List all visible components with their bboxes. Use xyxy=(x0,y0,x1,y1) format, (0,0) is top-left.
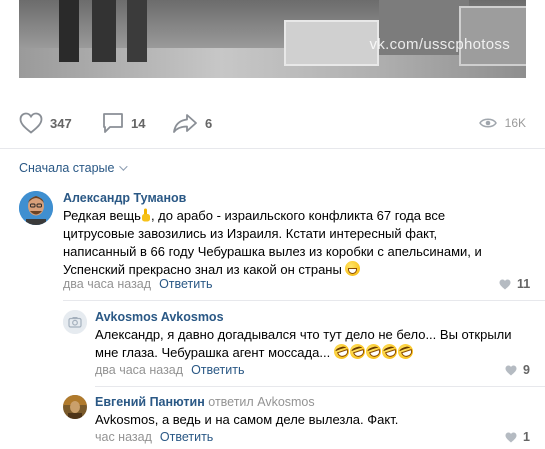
comment-like-button[interactable]: 9 xyxy=(505,363,530,377)
laughing-face-icon xyxy=(379,342,399,361)
like-count: 347 xyxy=(50,115,72,131)
laughing-face-icon xyxy=(363,342,383,361)
reply-button[interactable]: Ответить xyxy=(160,430,213,444)
heart-icon xyxy=(505,365,517,375)
camera-placeholder-icon xyxy=(63,310,87,334)
laughing-face-icon xyxy=(395,342,415,361)
chevron-down-icon xyxy=(119,162,129,171)
comment-author-line: Евгений Панютин ответил Avkosmos xyxy=(95,395,315,409)
avatar-portrait-icon xyxy=(63,395,87,419)
comment-separator xyxy=(63,300,545,301)
comment-time[interactable]: два часа назад xyxy=(95,363,183,377)
comment-text: Редкая вещь, до арабо - израильского кон… xyxy=(63,207,513,279)
avatar[interactable] xyxy=(63,395,87,419)
avatar[interactable] xyxy=(19,191,53,225)
comment-button[interactable]: 14 xyxy=(102,109,145,137)
comment-like-count: 9 xyxy=(523,363,530,377)
share-button[interactable]: 6 xyxy=(172,109,212,137)
reply-to-user[interactable]: Avkosmos xyxy=(257,395,314,409)
reply-button[interactable]: Ответить xyxy=(191,363,244,377)
laughing-emoji-row xyxy=(331,342,415,361)
post-actions: 347 14 6 16K xyxy=(19,109,526,137)
grinning-face-icon xyxy=(345,261,361,276)
comment-meta: два часа назад Ответить xyxy=(95,363,245,377)
reply-to: ответил Avkosmos xyxy=(208,395,314,409)
share-count: 6 xyxy=(205,115,213,131)
comment-text: Александр, я давно догадывался что тут д… xyxy=(95,326,525,362)
views-counter: 16K xyxy=(478,109,526,137)
heart-icon xyxy=(499,279,511,289)
laughing-face-icon xyxy=(331,342,351,361)
comment-author[interactable]: Александр Туманов xyxy=(63,191,186,205)
comment-meta: час назад Ответить xyxy=(95,430,213,444)
comment-text-part: Редкая вещь xyxy=(63,208,141,223)
comment-time[interactable]: два часа назад xyxy=(63,277,151,291)
comment-author[interactable]: Avkosmos Avkosmos xyxy=(95,310,224,324)
reply-button[interactable]: Ответить xyxy=(159,277,212,291)
photo-watermark: vk.com/usscphotoss xyxy=(369,36,510,53)
laughing-face-icon xyxy=(347,342,367,361)
comment-separator xyxy=(95,386,545,387)
comment-time[interactable]: час назад xyxy=(95,430,152,444)
heart-icon xyxy=(19,112,43,134)
photo-figures xyxy=(59,0,169,62)
eye-icon xyxy=(478,118,497,128)
comment-like-button[interactable]: 11 xyxy=(499,277,530,291)
comment-text: Avkosmos, а ведь и на самом деле вылезла… xyxy=(95,412,399,427)
comment-author[interactable]: Евгений Панютин xyxy=(95,395,205,409)
comment-count: 14 xyxy=(131,115,146,131)
comment-text-part: Александр, я давно догадывался что тут д… xyxy=(95,327,512,360)
post-photo[interactable]: vk.com/usscphotoss xyxy=(19,0,526,78)
share-icon xyxy=(173,114,197,133)
comment-like-count: 11 xyxy=(517,277,531,291)
photo-crate xyxy=(284,20,379,66)
pointing-up-icon xyxy=(141,208,150,222)
comment-text-part: , до арабо - израильского конфликта 67 г… xyxy=(63,208,482,277)
divider xyxy=(0,148,545,149)
comment-like-count: 1 xyxy=(523,430,530,444)
comment-like-button[interactable]: 1 xyxy=(505,430,530,444)
avatar[interactable] xyxy=(63,310,87,334)
comments-sort-toggle[interactable]: Сначала старые xyxy=(19,161,129,175)
sort-label: Сначала старые xyxy=(19,161,115,175)
comment-icon xyxy=(103,113,123,133)
like-button[interactable]: 347 xyxy=(19,109,72,137)
views-count: 16K xyxy=(504,116,526,130)
avatar-portrait-icon xyxy=(19,191,53,225)
heart-icon xyxy=(505,432,517,442)
comment-meta: два часа назад Ответить xyxy=(63,277,213,291)
reply-to-prefix: ответил xyxy=(208,395,254,409)
